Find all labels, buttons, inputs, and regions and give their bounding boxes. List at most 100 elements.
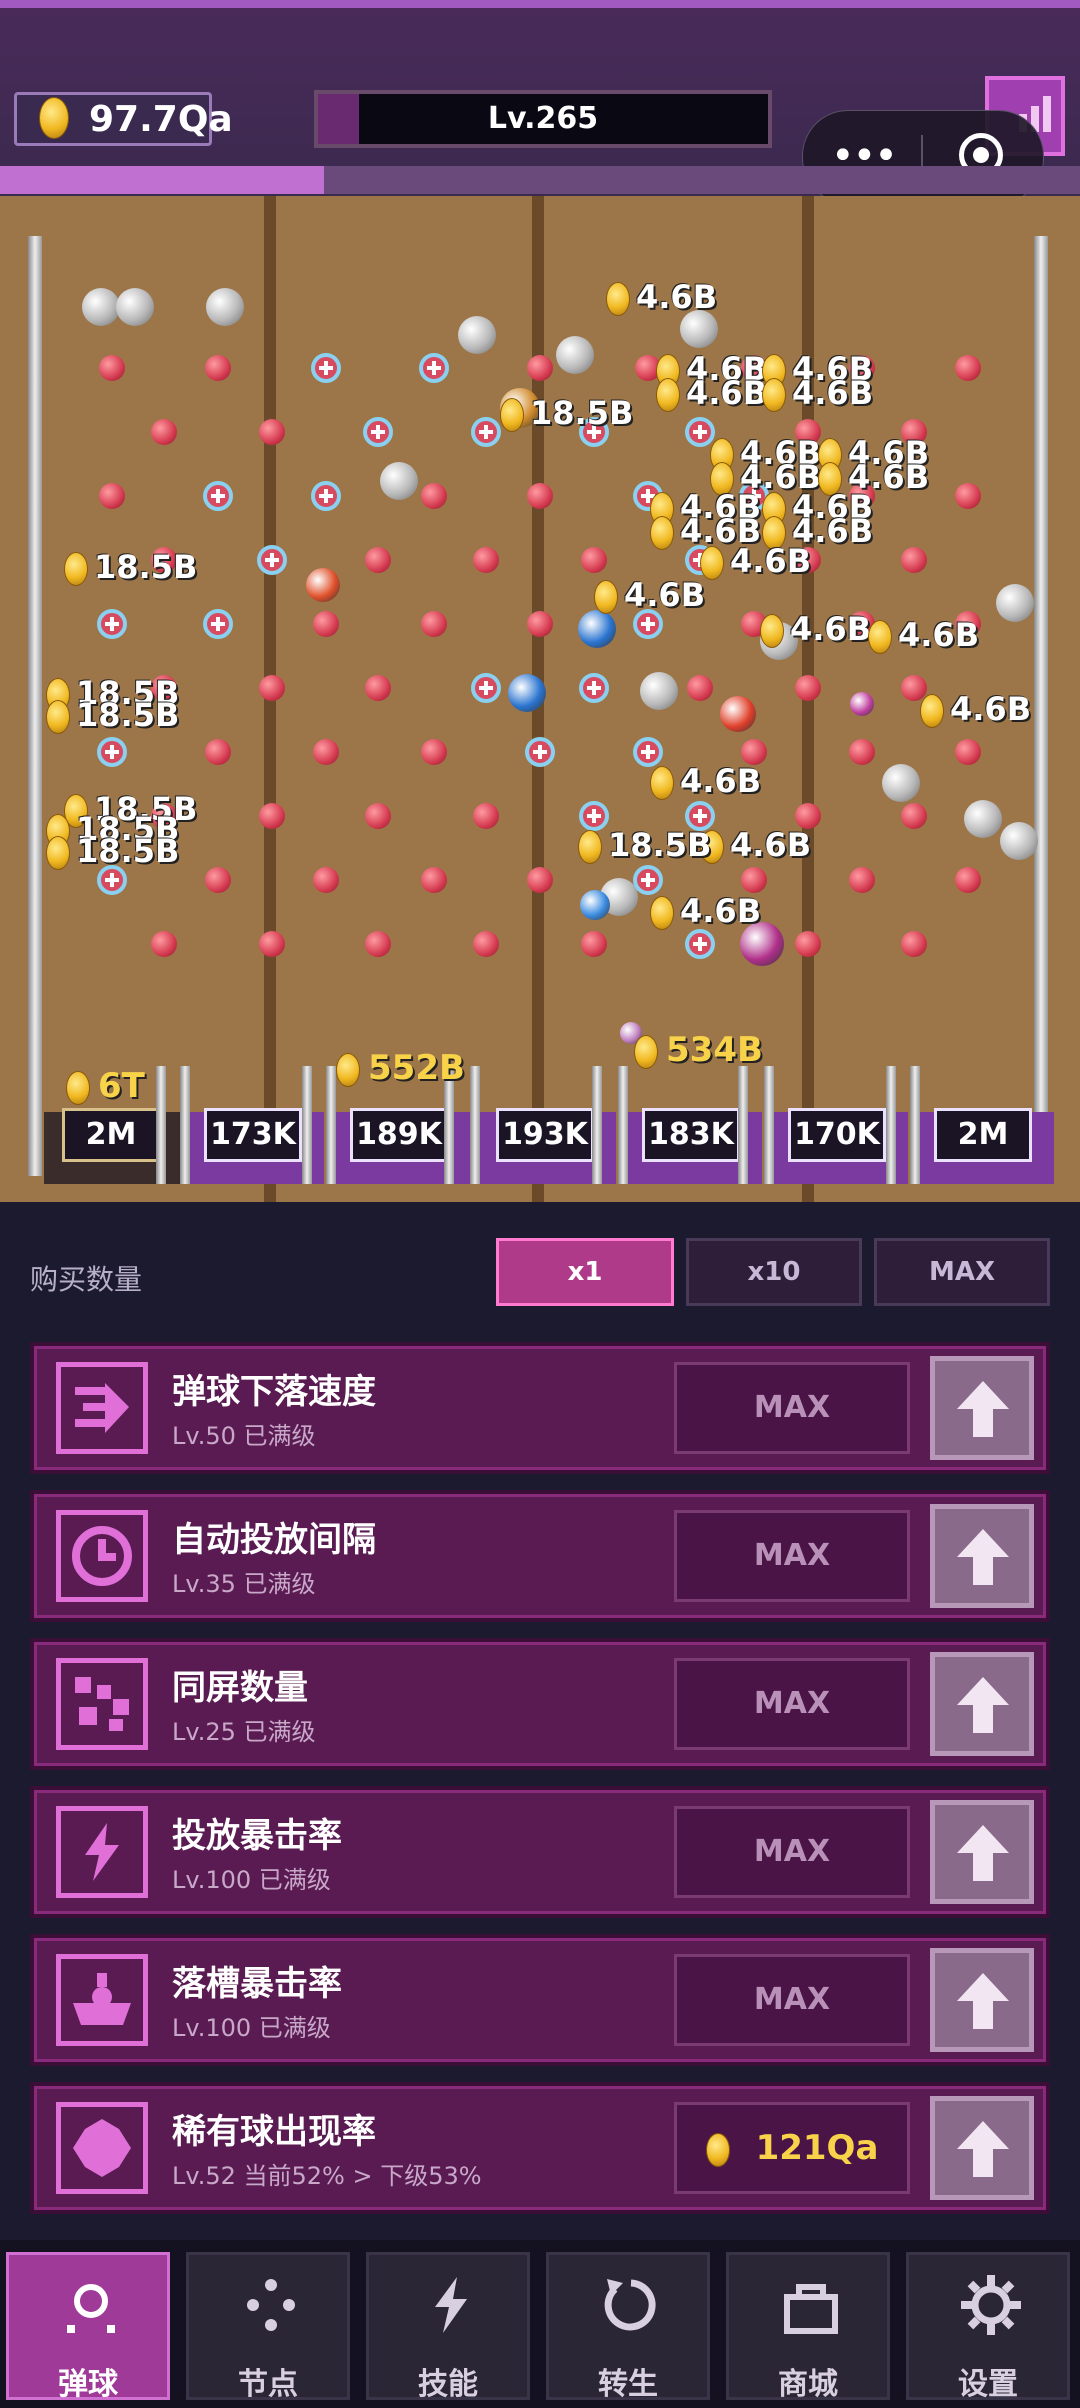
tab-rebirth[interactable]: 转生 [546,2252,710,2402]
rare-ball [850,692,874,716]
payout-popup: 18.5B [64,548,197,586]
bonus-peg [363,417,393,447]
qty-max-button[interactable]: MAX [874,1238,1050,1306]
slot-value: 173K [204,1108,302,1162]
slot: 2M [916,1066,1054,1184]
payout-value: 18.5B [76,832,180,870]
peg [527,867,553,893]
slot-divider [326,1066,336,1184]
tab-nodes[interactable]: 节点 [186,2252,350,2402]
payout-value: 4.6B [790,610,872,648]
coin-icon [920,694,944,728]
upgrade-price[interactable]: 121Qa [674,2102,910,2194]
upgrade-card-slot-crit: 落槽暴击率 Lv.100 已满级 MAX [30,1934,1050,2066]
right-rail [1034,236,1048,1176]
tab-skills[interactable]: 技能 [366,2252,530,2402]
tab-settings[interactable]: 设置 [906,2252,1070,2402]
upgrade-button[interactable] [930,1356,1034,1460]
coin-icon [650,896,674,930]
slot-value: 193K [496,1108,594,1162]
upgrade-title: 投放暴击率 [172,1816,342,1856]
slot-divider [180,1066,190,1184]
slot-row: 2M 173K 189K 193K 183K 170K 2M 6T 552B 534B [44,1030,1054,1186]
peg [795,675,821,701]
upgrade-button[interactable] [930,1652,1034,1756]
peg [259,675,285,701]
ball [640,672,678,710]
bonus-peg [97,609,127,639]
board-progress-fill [0,166,324,194]
peg [313,611,339,637]
bonus-peg [633,865,663,895]
payout-popup: 4.6B [868,616,979,654]
buy-quantity-label: 购买数量 [30,1263,143,1296]
payout-popup: 18.5B [500,394,633,432]
bonus-peg [203,609,233,639]
ball-icon [67,2284,115,2333]
tab-label: 设置 [958,2367,1018,2402]
coin-icon [606,282,630,316]
tab-shop[interactable]: 商城 [726,2252,890,2402]
upgrade-button[interactable] [930,2096,1034,2200]
peg [205,867,231,893]
coin-icon [705,2132,730,2167]
upgrade-card-drop-speed: 弹球下落速度 Lv.50 已满级 MAX [30,1342,1050,1474]
coin-icon [656,378,680,412]
level-label: Lv.265 [487,101,599,136]
upgrade-button[interactable] [930,1800,1034,1904]
payout-value: 18.5B [530,394,634,432]
bonus-peg [525,737,555,767]
upgrade-level: Lv.52 当前52% > 下级53% [172,2162,482,2190]
fire-ball [720,696,756,732]
peg [313,739,339,765]
ball [882,764,920,802]
payout-popup: 4.6B [650,762,761,800]
upgrade-status: MAX [674,1658,910,1750]
slot-divider [738,1066,748,1184]
peg [365,803,391,829]
slot-divider [156,1066,166,1184]
coin-icon [578,830,602,864]
peg [365,931,391,957]
payout-popup: 4.6B [656,374,767,412]
peg [473,547,499,573]
payout-value: 18.5B [608,826,712,864]
lightning-ball [580,890,610,920]
upgrade-button[interactable] [930,1504,1034,1608]
lightning-icon [435,2277,467,2333]
tab-plinko[interactable]: 弹球 [6,2252,170,2402]
arrow-up-icon [957,2121,1009,2177]
upgrade-title: 弹球下落速度 [172,1372,376,1412]
peg [849,739,875,765]
coin-icon [46,836,70,870]
payout-popup: 4.6B [760,610,871,648]
qty-x10-button[interactable]: x10 [686,1238,862,1306]
coin-icon [700,546,724,580]
slot-divider [910,1066,920,1184]
payout-value: 4.6B [898,616,980,654]
ball [996,584,1034,622]
payout-popup: 4.6B [606,278,717,316]
payout-value: 18.5B [76,696,180,734]
plinko-board[interactable]: 4.6B 4.6B 4.6B 4.6B 4.6B 4.6B 4.6B 4.6B 4.6B 4.6B… [0,196,1080,1202]
bonus-peg [311,481,341,511]
upgrade-card-auto-interval: 自动投放间隔 Lv.35 已满级 MAX [30,1490,1050,1622]
peg [365,547,391,573]
payout-popup: 18.5B [46,832,179,870]
upgrade-button[interactable] [930,1948,1034,2052]
arrow-up-icon [957,1973,1009,2029]
upgrade-price-value: 121Qa [755,2128,879,2168]
payout-popup: 4.6B [762,374,873,412]
slot-bonus: 552B [336,1048,465,1088]
bonus-peg [685,929,715,959]
slot-value: 2M [62,1108,160,1162]
upgrade-card-screen-count: 同屏数量 Lv.25 已满级 MAX [30,1638,1050,1770]
payout-popup: 18.5B [46,696,179,734]
qty-x1-button[interactable]: x1 [496,1238,674,1306]
slot-value: 2M [934,1108,1032,1162]
arrow-up-icon [957,1381,1009,1437]
peg [581,931,607,957]
peg [687,675,713,701]
bottom-nav: 弹球 节点 技能 转生 商城 设置 [0,2240,1080,2408]
peg [421,483,447,509]
